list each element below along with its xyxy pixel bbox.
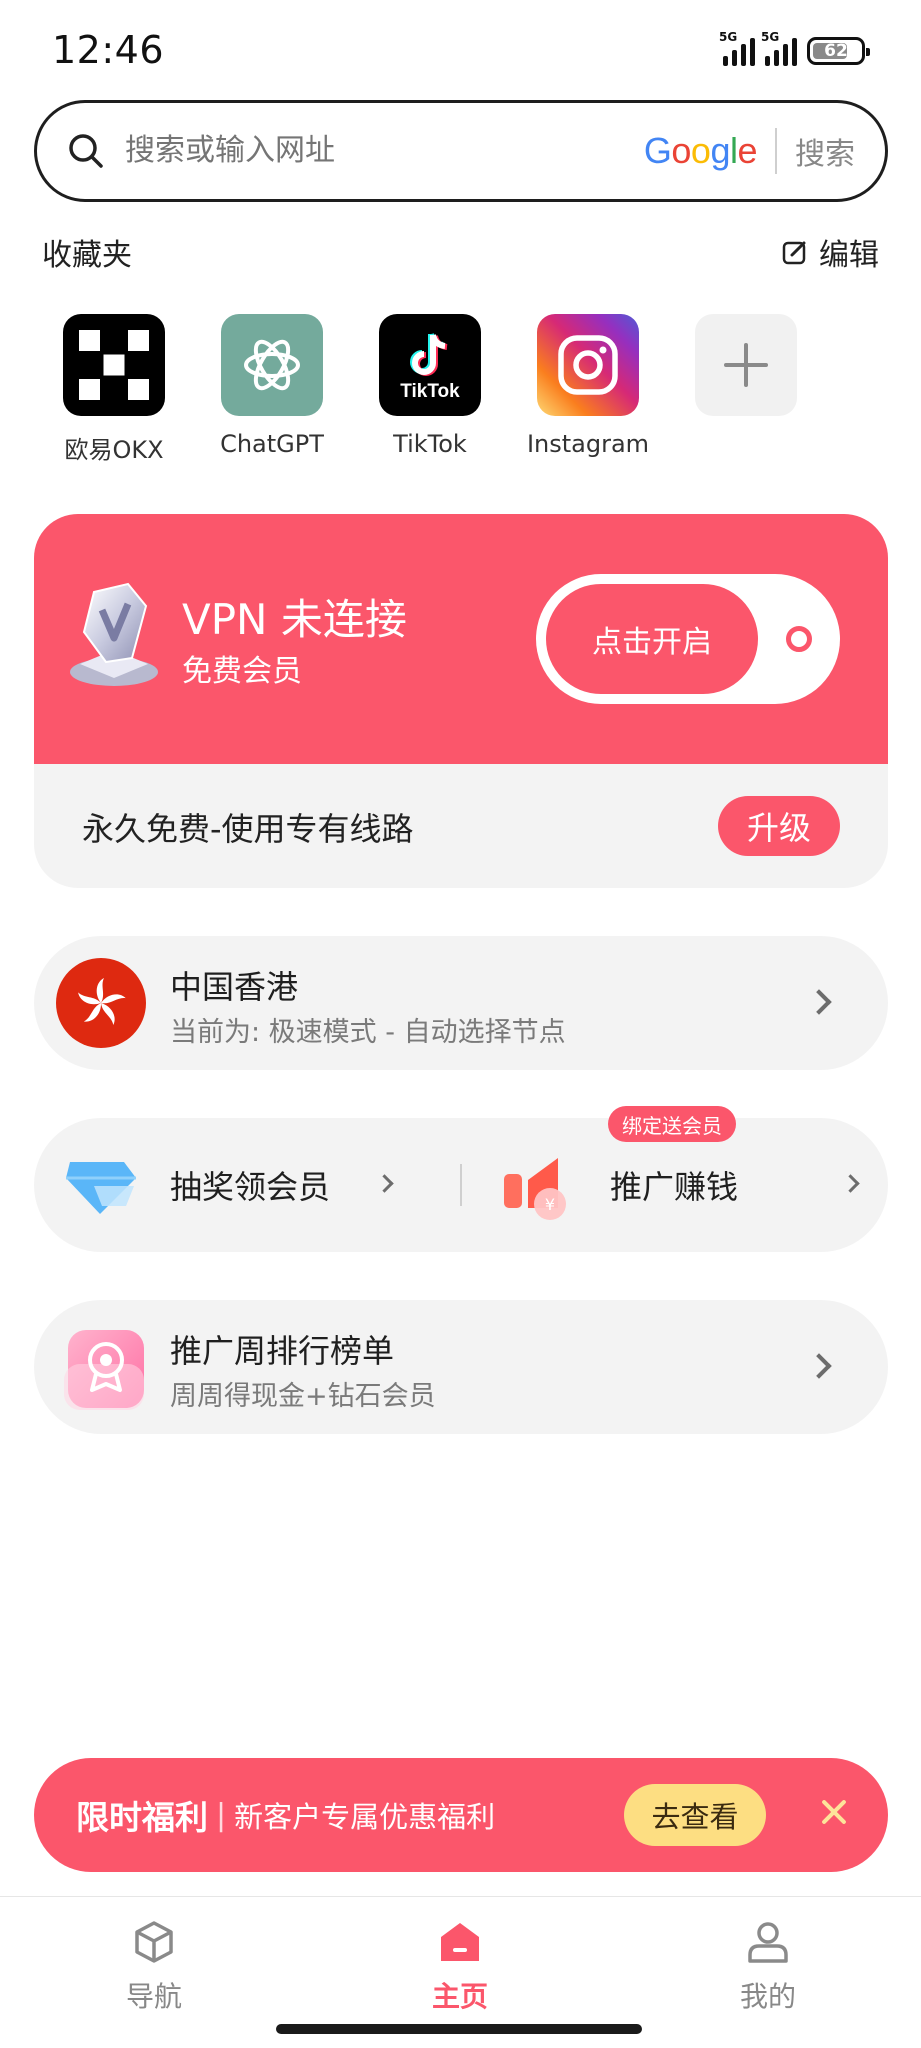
battery-icon: 62	[807, 37, 870, 65]
membership-label: 免费会员	[182, 654, 302, 689]
tab-navigation[interactable]: 导航	[74, 1919, 234, 2015]
status-time: 12:46	[52, 28, 165, 72]
view-promo-button[interactable]: 去查看	[624, 1784, 766, 1846]
add-icon	[695, 314, 797, 416]
hong-kong-flag-icon	[56, 958, 146, 1048]
toggle-indicator-icon	[786, 626, 812, 652]
actions-card: 抽奖领会员 ¥ 推广赚钱 绑定送会员	[34, 1106, 888, 1252]
node-title: 中国香港	[170, 968, 299, 1006]
status-icons: 5G 5G 62	[719, 30, 870, 66]
vpn-toggle[interactable]: 点击开启	[536, 574, 840, 704]
favorite-label: ChatGPT	[220, 430, 324, 458]
promote-chart-icon: ¥	[504, 1158, 566, 1220]
chevron-right-icon	[375, 1174, 394, 1193]
chevron-right-icon	[806, 1353, 832, 1379]
svg-text:¥: ¥	[545, 1195, 555, 1214]
tab-profile[interactable]: 我的	[688, 1919, 848, 2015]
ranking-subtitle: 周周得现金+钻石会员	[170, 1381, 436, 1412]
connect-button[interactable]: 点击开启	[546, 584, 758, 694]
vpn-status: VPN 未连接	[182, 595, 407, 644]
vpn-promo-text: 永久免费-使用专有线路	[82, 810, 414, 848]
node-subtitle: 当前为: 极速模式 - 自动选择节点	[170, 1017, 566, 1048]
chevron-right-icon	[806, 989, 832, 1015]
add-favorite-button[interactable]	[676, 314, 816, 416]
user-icon	[748, 1922, 788, 1963]
close-icon[interactable]	[812, 1792, 856, 1836]
search-button[interactable]: 搜索	[795, 129, 855, 173]
favorite-tiktok[interactable]: TikTok TikTok	[360, 314, 500, 458]
tab-label: 我的	[739, 1980, 796, 2013]
lottery-button[interactable]: 抽奖领会员	[34, 1118, 444, 1252]
favorite-instagram[interactable]: Instagram	[518, 314, 658, 458]
search-input[interactable]	[125, 134, 644, 168]
favorite-okx[interactable]: 欧易OKX	[44, 314, 184, 465]
chatgpt-icon	[221, 314, 323, 416]
home-icon	[441, 1923, 479, 1961]
promo-banner[interactable]: 限时福利 | 新客户专属优惠福利 去查看	[34, 1758, 888, 1872]
favorite-label: 欧易OKX	[64, 436, 164, 464]
edit-label: 编辑	[819, 238, 879, 273]
node-selector[interactable]: 中国香港 当前为: 极速模式 - 自动选择节点	[34, 936, 888, 1070]
vpn-status-panel: VPN 未连接 免费会员 点击开启	[34, 514, 888, 764]
promo-text: 新客户专属优惠福利	[234, 1800, 496, 1834]
ranking-medal-icon	[64, 1330, 144, 1410]
promo-separator: |	[216, 1797, 227, 1833]
vpn-shield-icon	[70, 582, 158, 686]
favorite-label: Instagram	[526, 430, 650, 458]
chevron-right-icon	[841, 1174, 860, 1193]
battery-level: 62	[824, 41, 848, 61]
edit-favorites-button[interactable]: 编辑	[781, 230, 879, 274]
vpn-card: VPN 未连接 免费会员 点击开启 永久免费-使用专有线路 升级	[34, 514, 888, 888]
network-type-label: 5G	[761, 30, 780, 44]
home-indicator	[276, 2024, 642, 2034]
signal-icon: 5G	[761, 30, 797, 66]
edit-icon	[782, 241, 806, 265]
promote-label: 推广赚钱	[610, 1168, 739, 1206]
promote-badge: 绑定送会员	[608, 1106, 736, 1142]
tab-home[interactable]: 主页	[380, 1919, 540, 2015]
ranking-card[interactable]: 推广周排行榜单 周周得现金+钻石会员	[34, 1300, 888, 1434]
tiktok-wordmark: TikTok	[400, 381, 460, 402]
cube-icon	[135, 1921, 173, 1963]
search-icon	[69, 134, 103, 168]
search-divider	[775, 128, 777, 174]
favorite-chatgpt[interactable]: ChatGPT	[202, 314, 342, 458]
actions-divider	[460, 1164, 462, 1206]
tab-label: 主页	[431, 1980, 488, 2013]
network-type-label: 5G	[719, 30, 738, 44]
favorites-title: 收藏夹	[42, 238, 132, 273]
diamond-icon	[66, 1162, 136, 1214]
ranking-title: 推广周排行榜单	[170, 1332, 395, 1370]
search-bar[interactable]: Google 搜索	[34, 100, 888, 202]
signal-icon: 5G	[719, 30, 755, 66]
upgrade-button[interactable]: 升级	[718, 796, 840, 856]
search-engine-logo[interactable]: Google	[644, 130, 758, 172]
instagram-icon	[537, 314, 639, 416]
favorite-label: TikTok	[393, 430, 467, 458]
tiktok-icon: TikTok	[379, 314, 481, 416]
okx-icon	[63, 314, 165, 416]
promo-highlight: 限时福利	[76, 1798, 208, 1837]
tab-label: 导航	[125, 1980, 182, 2013]
lottery-label: 抽奖领会员	[170, 1168, 331, 1206]
